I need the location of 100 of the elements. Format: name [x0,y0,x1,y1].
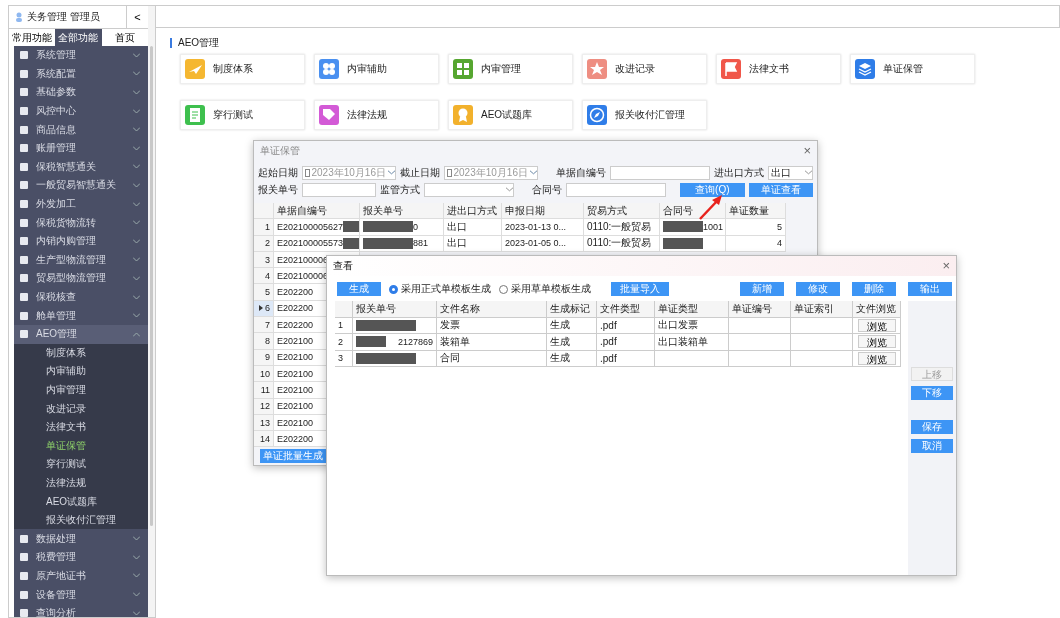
submenu-item[interactable]: 单证保管 [14,436,148,456]
menu-item[interactable]: 商品信息 [14,120,148,139]
field-label: 合同号 [532,182,563,197]
menu-item[interactable]: 基础参数 [14,83,148,102]
browse-button[interactable]: 浏览 [857,351,896,365]
column-header[interactable]: 单据自编号 [274,203,360,220]
submenu-item[interactable]: AEO试题库 [14,492,148,511]
column-header[interactable]: 文件名称 [437,301,547,318]
browse-button[interactable]: 浏览 [857,318,896,332]
menu-item[interactable]: 系统配置 [14,64,148,84]
menu-item[interactable]: 设备管理 [14,585,148,604]
chevron-up-icon [133,331,140,337]
menu-item[interactable]: 生产型物流管理 [14,250,148,270]
app-tile[interactable]: 内审辅助 [314,54,439,84]
column-header[interactable]: 贸易方式 [584,203,660,220]
submenu-item[interactable]: 内审辅助 [14,362,148,381]
row-number: 2 [335,334,353,351]
submenu-item[interactable]: 穿行测试 [14,455,148,474]
app-tile[interactable]: 改进记录 [582,54,707,84]
menu-icon [20,590,28,599]
app-tile[interactable]: 法律文书 [716,54,841,84]
menu-item[interactable]: 外发加工 [14,194,148,214]
app-tile[interactable]: 法律法规 [314,100,439,130]
menu-item[interactable]: 贸易型物流管理 [14,269,148,288]
menu-item[interactable]: 保税货物流转 [14,213,148,232]
chevron-down-icon [133,275,140,281]
close-button[interactable]: × [803,144,811,157]
checkbox[interactable] [305,168,310,177]
menu-item[interactable]: 原产地证书 [14,566,148,586]
table-cell: .pdf [597,317,655,334]
cell-text: E202100005573 [277,238,344,249]
menu-item[interactable]: 内销内购管理 [14,231,148,251]
menu-item[interactable]: 一般贸易智慧通关 [14,176,148,195]
table-cell: 5 [726,219,786,236]
chevron-down-icon [133,257,140,263]
dropdown-icon [530,170,537,175]
row-number: 5 [254,284,274,301]
column-header[interactable]: 报关单号 [360,203,444,220]
chevron-down-icon [133,554,140,560]
select-field[interactable]: 出口 [768,165,813,180]
chevron-down-icon [133,294,140,300]
chevron-down-icon [133,108,140,114]
column-header[interactable]: 合同号 [660,203,726,220]
column-header[interactable]: 文件类型 [597,301,655,318]
menu-icon [20,609,28,617]
row-number: 7 [254,317,274,334]
table-cell: .pdf [597,350,655,367]
chevron-down-icon [133,536,140,542]
sidebar-tab[interactable]: 全部功能 [55,29,102,46]
app-tile[interactable]: 穿行测试 [180,100,305,130]
header-corner [335,301,353,318]
menu-item[interactable]: 保税智慧通关 [14,157,148,177]
menu-item[interactable]: 系统管理 [14,46,148,65]
column-header[interactable]: 单证数量 [726,203,786,220]
menu-item[interactable]: 账册管理 [14,138,148,158]
redaction-mark [363,221,413,233]
app-tile[interactable]: 制度体系 [180,54,305,84]
menu-item[interactable]: 数据处理 [14,529,148,549]
column-header[interactable]: 生成标记 [547,301,597,318]
app-tile[interactable]: AEO试题库 [448,100,573,130]
row-pointer-icon [259,305,263,312]
menu-item[interactable]: 税费管理 [14,548,148,567]
submenu-item[interactable]: 改进记录 [14,399,148,418]
menu-item[interactable]: AEO管理 [14,324,148,344]
menu-icon [20,330,28,339]
select-field[interactable] [424,182,515,197]
row-number: 3 [335,350,353,367]
dropdown-icon [388,170,395,175]
table-cell: 装箱单 [437,334,547,351]
field-label: 监管方式 [380,182,420,197]
radio-option[interactable]: 采用草单模板生成 [499,282,591,296]
radio-option[interactable]: 采用正式单模板生成 [389,282,491,296]
input-field[interactable] [610,165,710,180]
menu-item[interactable]: 保税核查 [14,287,148,307]
input-field[interactable] [566,182,667,197]
checkbox[interactable] [447,168,452,177]
scrollbar[interactable] [148,5,156,618]
input-field[interactable] [302,182,376,197]
close-button[interactable]: × [942,260,950,272]
chevron-down-icon [133,313,140,319]
column-header[interactable]: 申报日期 [502,203,584,220]
table-cell [729,317,791,334]
browse-button[interactable]: 浏览 [857,335,896,349]
menu-item[interactable]: 风控中心 [14,101,148,121]
column-header[interactable]: 单证编号 [729,301,791,318]
column-header[interactable]: 单证类型 [655,301,729,318]
menu-item[interactable]: 舱单管理 [14,306,148,325]
app-tile[interactable]: 报关收付汇管理 [582,100,707,130]
menu-item[interactable]: 查询分析 [14,603,148,617]
cell-text: E202100005627 [277,221,344,232]
field-label: 进出口方式 [714,165,764,180]
redaction-mark [356,336,386,348]
dialog-title: 单证保管 [260,143,300,158]
app-tile[interactable]: 内审管理 [448,54,573,84]
chevron-down-icon [133,145,140,151]
column-header[interactable]: 进出口方式 [444,203,502,220]
row-number: 11 [254,382,274,399]
column-header[interactable]: 文件浏览 [853,301,901,318]
app-tile[interactable]: 单证保管 [850,54,975,84]
column-header[interactable]: 单证索引 [791,301,853,318]
